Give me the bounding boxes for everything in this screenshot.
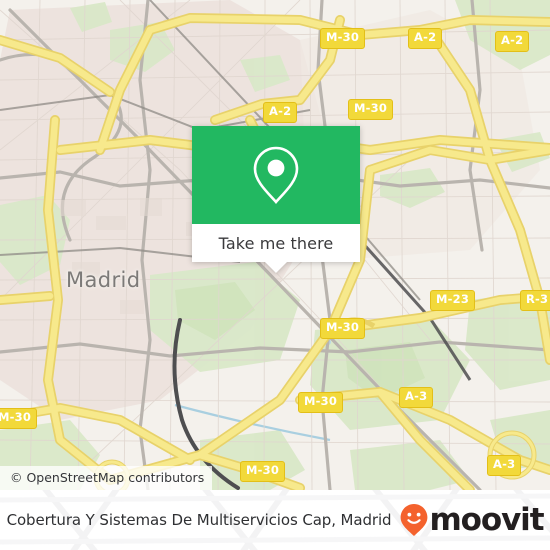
highway-shield: A-2 [408, 28, 443, 49]
highway-shield: A-3 [399, 387, 434, 408]
moovit-wordmark: moovit [429, 501, 544, 538]
map-pin-icon [253, 146, 299, 204]
map-canvas[interactable]: Madrid M-30 A-2 A-2 A-2 M-30 M-23 R-3 M-30 A-3 M-… [0, 0, 550, 490]
take-me-there-label: Take me there [218, 233, 334, 253]
highway-shield: R-3 [520, 290, 550, 311]
highway-shield: M-30 [240, 461, 286, 482]
footer-bar: Cobertura Y Sistemas De Multiservicios C… [0, 490, 550, 550]
take-me-there-button[interactable]: Take me there [192, 224, 360, 273]
callout-pointer-arrow [265, 262, 287, 273]
highway-shield: M-30 [320, 318, 366, 339]
moovit-smiley-pin-icon [401, 504, 428, 536]
place-callout-card[interactable]: Take me there [192, 126, 360, 273]
highway-shield: M-30 [298, 392, 344, 413]
highway-shield: M-30 [348, 99, 394, 120]
map-city-label: Madrid [66, 268, 141, 292]
place-title: Cobertura Y Sistemas De Multiservicios C… [6, 511, 392, 529]
highway-shield: A-2 [495, 31, 530, 52]
moovit-logo[interactable]: moovit [399, 501, 545, 538]
map-attribution[interactable]: © OpenStreetMap contributors [0, 466, 213, 490]
highway-shield: M-30 [320, 28, 366, 49]
highway-shield: M-30 [0, 408, 38, 429]
moovit-place-map-screenshot: Madrid M-30 A-2 A-2 A-2 M-30 M-23 R-3 M-30 A-3 M-… [0, 0, 550, 550]
callout-icon-area [192, 126, 360, 224]
highway-shield: A-2 [263, 102, 298, 123]
highway-shield: M-23 [430, 290, 476, 311]
highway-shield: A-3 [487, 455, 522, 476]
